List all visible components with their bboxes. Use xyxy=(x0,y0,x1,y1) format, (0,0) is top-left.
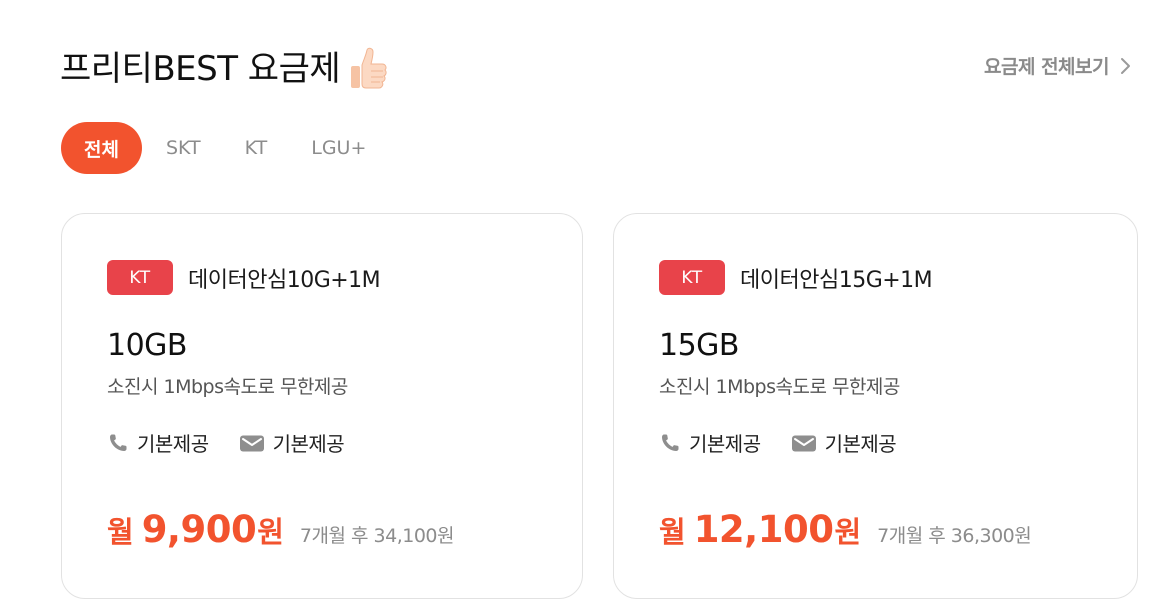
monthly-price: 월 12,100 원 xyxy=(659,508,861,551)
tab-skt[interactable]: SKT xyxy=(144,122,223,174)
chevron-right-icon xyxy=(1121,57,1130,74)
price-suffix: 원 xyxy=(257,515,284,549)
plan-card[interactable]: KT 데이터안심10G+1M 10GB 소진시 1Mbps속도로 무한제공 기본… xyxy=(61,213,583,599)
plans-section: 프리티BEST 요금제 요금제 전체보기 전체 SKT KT LGU+ KT 데… xyxy=(0,0,1159,616)
after-promo-price: 7개월 후 36,300원 xyxy=(877,525,1032,547)
data-description: 소진시 1Mbps속도로 무한제공 xyxy=(659,376,900,398)
view-all-plans-link[interactable]: 요금제 전체보기 xyxy=(984,52,1131,79)
plan-features: 기본제공 기본제공 xyxy=(107,428,374,457)
sms-feature-label: 기본제공 xyxy=(824,432,897,456)
call-feature: 기본제공 xyxy=(659,428,761,457)
data-amount: 15GB xyxy=(659,328,740,363)
data-amount: 10GB xyxy=(107,328,188,363)
thumbs-up-icon xyxy=(351,47,387,89)
plan-card-header: KT 데이터안심15G+1M xyxy=(659,260,933,295)
call-feature-label: 기본제공 xyxy=(689,432,761,456)
price-prefix: 월 xyxy=(659,515,686,549)
section-title: 프리티BEST 요금제 xyxy=(60,46,388,92)
price-prefix: 월 xyxy=(107,515,134,549)
envelope-icon xyxy=(791,435,816,451)
monthly-price: 월 9,900 원 xyxy=(107,508,284,551)
call-feature: 기본제공 xyxy=(107,428,209,457)
price-amount: 12,100 xyxy=(693,508,834,551)
carrier-badge: KT xyxy=(659,260,725,295)
sms-feature: 기본제공 xyxy=(791,428,897,457)
plan-card[interactable]: KT 데이터안심15G+1M 15GB 소진시 1Mbps속도로 무한제공 기본… xyxy=(613,213,1138,599)
carrier-tabs: 전체 SKT KT LGU+ xyxy=(61,122,388,174)
plan-card-header: KT 데이터안심10G+1M xyxy=(107,260,381,295)
tab-lgu[interactable]: LGU+ xyxy=(289,122,388,174)
envelope-icon xyxy=(239,435,264,451)
phone-icon xyxy=(662,434,679,451)
tab-kt[interactable]: KT xyxy=(223,122,290,174)
plan-features: 기본제공 기본제공 xyxy=(659,428,926,457)
price-suffix: 원 xyxy=(834,515,862,549)
section-title-text: 프리티BEST 요금제 xyxy=(60,49,341,89)
sms-feature: 기본제공 xyxy=(239,428,345,457)
carrier-badge: KT xyxy=(107,260,173,295)
price-row: 월 12,100 원 7개월 후 36,300원 xyxy=(659,508,1032,551)
tab-all[interactable]: 전체 xyxy=(61,122,142,174)
plan-name: 데이터안심10G+1M xyxy=(188,267,381,293)
view-all-label: 요금제 전체보기 xyxy=(984,56,1109,78)
after-promo-price: 7개월 후 34,100원 xyxy=(299,525,455,547)
price-row: 월 9,900 원 7개월 후 34,100원 xyxy=(107,508,455,551)
plan-name: 데이터안심15G+1M xyxy=(740,267,933,293)
call-feature-label: 기본제공 xyxy=(137,432,209,456)
phone-icon xyxy=(110,434,127,451)
data-description: 소진시 1Mbps속도로 무한제공 xyxy=(107,376,348,398)
price-amount: 9,900 xyxy=(141,508,257,551)
sms-feature-label: 기본제공 xyxy=(272,432,345,456)
